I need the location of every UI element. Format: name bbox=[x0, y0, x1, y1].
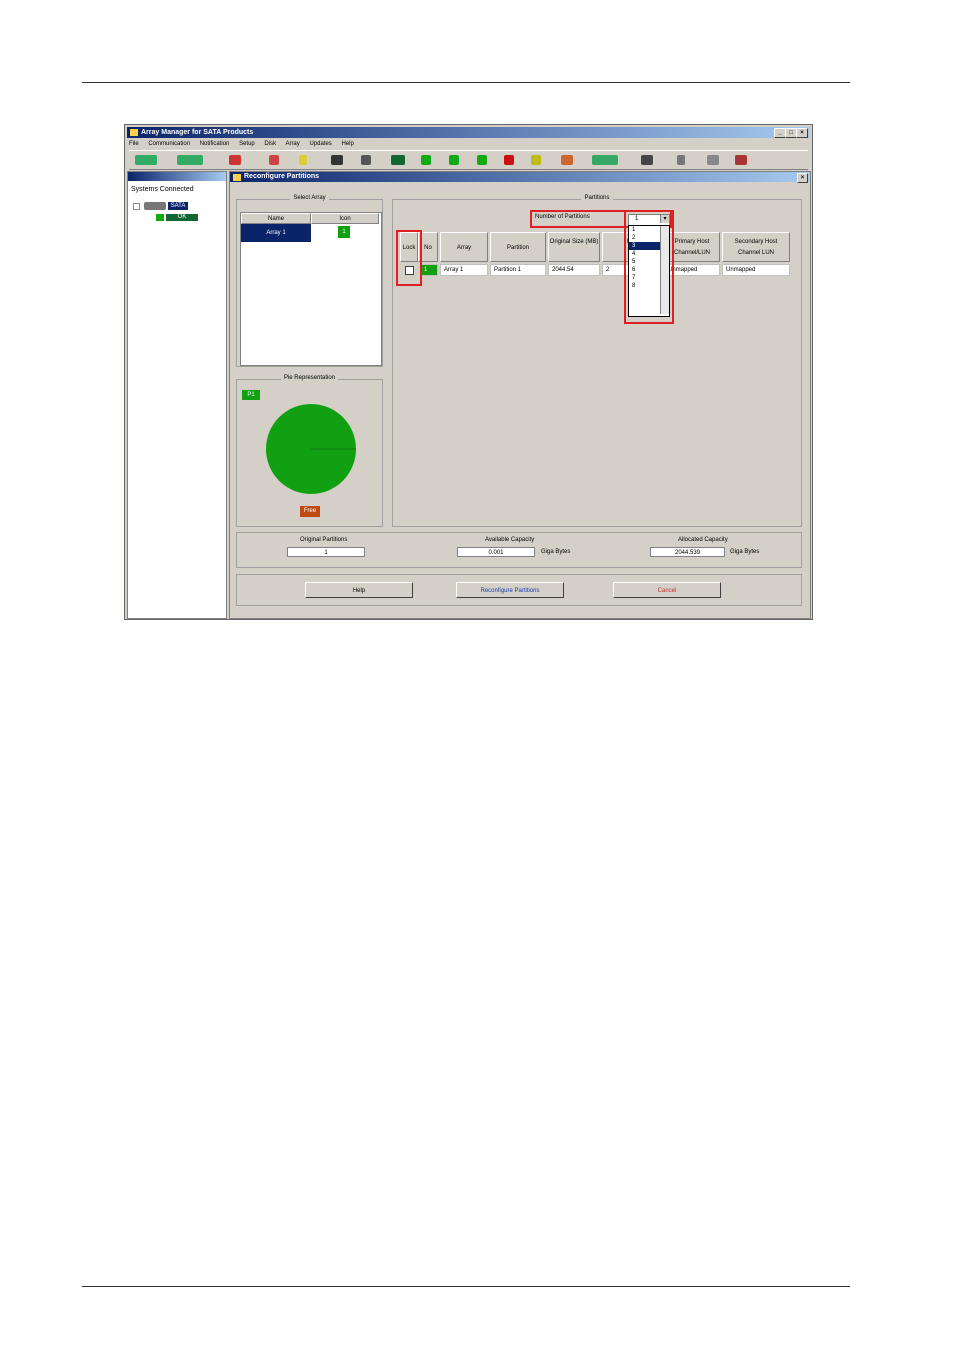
array-connect-icon[interactable] bbox=[592, 155, 618, 165]
dialog-titlebar: Reconfigure Partitions × bbox=[230, 172, 810, 183]
available-capacity-label: Available Capacity bbox=[485, 537, 535, 543]
cell-no: 1 bbox=[420, 264, 438, 276]
app-window: Array Manager for SATA Products _ □ × Fi… bbox=[124, 124, 813, 620]
tools-icon[interactable] bbox=[561, 155, 573, 165]
array-row-icon: 1 bbox=[338, 226, 350, 238]
cell-secondary: Unmapped bbox=[722, 264, 790, 276]
drive-green-icon-2[interactable] bbox=[449, 155, 459, 165]
reconfigure-dialog: Reconfigure Partitions × Select Array Na… bbox=[229, 171, 811, 619]
col-icon[interactable]: Icon bbox=[311, 213, 379, 224]
disk-icon[interactable] bbox=[391, 155, 405, 165]
pie-label-top: P1 bbox=[242, 390, 260, 400]
allocated-capacity-unit: Giga Bytes bbox=[730, 549, 760, 555]
settings-icon[interactable] bbox=[707, 155, 719, 165]
cell-array: Array 1 bbox=[440, 264, 488, 276]
toolbar bbox=[129, 150, 808, 170]
select-array-table: Name Icon Array 1 1 bbox=[240, 212, 382, 366]
drive-green-icon-1[interactable] bbox=[421, 155, 431, 165]
menu-file[interactable]: File bbox=[129, 141, 139, 147]
server-node-icon bbox=[144, 202, 166, 210]
menu-notification[interactable]: Notification bbox=[200, 141, 230, 147]
close-button[interactable]: × bbox=[796, 128, 808, 138]
col-partition[interactable]: Partition bbox=[490, 232, 546, 262]
menu-communication[interactable]: Communication bbox=[148, 141, 190, 147]
menu-disk[interactable]: Disk bbox=[264, 141, 276, 147]
col-secondary[interactable]: Secondary Host Channel LUN bbox=[722, 232, 790, 262]
col-array[interactable]: Array bbox=[440, 232, 488, 262]
cell-partition: Partition 1 bbox=[490, 264, 546, 276]
original-partitions-field: 1 bbox=[287, 547, 365, 557]
lock-highlight bbox=[396, 230, 422, 286]
systems-pane-header bbox=[128, 172, 226, 181]
available-capacity-field: 0.001 bbox=[457, 547, 535, 557]
col-size[interactable]: Original Size (MB) bbox=[548, 232, 600, 262]
bottom-rule bbox=[82, 1286, 850, 1287]
pie-label-free: Free bbox=[300, 506, 320, 517]
info-icon[interactable] bbox=[677, 155, 685, 165]
sata-node[interactable]: SATA bbox=[168, 202, 188, 210]
pencil-icon[interactable] bbox=[299, 155, 307, 165]
menu-updates[interactable]: Updates bbox=[309, 141, 331, 147]
tree-expander-icon[interactable] bbox=[133, 203, 140, 210]
top-rule bbox=[82, 82, 850, 83]
array-row-selected[interactable]: Array 1 bbox=[241, 224, 311, 242]
drive-green-icon-3[interactable] bbox=[477, 155, 487, 165]
server-icon[interactable] bbox=[361, 155, 371, 165]
monitor-icon[interactable] bbox=[331, 155, 343, 165]
dialog-title: Reconfigure Partitions bbox=[244, 173, 320, 180]
reconfigure-partitions-button[interactable]: Reconfigure Partitions bbox=[456, 582, 564, 598]
network-icon[interactable] bbox=[229, 155, 241, 165]
array-node-label[interactable]: OK bbox=[166, 214, 198, 221]
menu-bar: File Communication Notification Setup Di… bbox=[129, 139, 808, 149]
window-title: Array Manager for SATA Products bbox=[141, 129, 254, 136]
help-button[interactable]: Help bbox=[305, 582, 413, 598]
allocated-capacity-field: 2044.539 bbox=[650, 547, 725, 557]
connect-icon[interactable] bbox=[135, 155, 157, 165]
drive-red-icon[interactable] bbox=[504, 155, 514, 165]
drive-yellow-icon[interactable] bbox=[531, 155, 541, 165]
cell-size: 2044.54 bbox=[548, 264, 600, 276]
menu-array[interactable]: Array bbox=[285, 141, 299, 147]
pie-legend: Pie Representation bbox=[280, 375, 339, 381]
cancel-button[interactable]: Cancel bbox=[613, 582, 721, 598]
help-icon[interactable] bbox=[735, 155, 747, 165]
systems-pane: Systems Connected SATA OK bbox=[127, 171, 227, 619]
array-node-icon bbox=[156, 214, 164, 221]
dialog-close-button[interactable]: × bbox=[797, 173, 808, 183]
app-icon bbox=[130, 129, 138, 136]
allocated-capacity-label: Allocated Capacity bbox=[678, 537, 728, 543]
window-titlebar: Array Manager for SATA Products _ □ × bbox=[127, 127, 810, 138]
available-capacity-unit: Giga Bytes bbox=[541, 549, 571, 555]
menu-help[interactable]: Help bbox=[341, 141, 353, 147]
tree-root: Systems Connected bbox=[131, 186, 194, 193]
menu-setup[interactable]: Setup bbox=[239, 141, 255, 147]
partitions-table: Lock No Array Partition Original Size (M… bbox=[396, 232, 796, 282]
dialog-icon bbox=[233, 174, 241, 181]
alert-icon[interactable] bbox=[269, 155, 279, 165]
dropdown-highlight bbox=[624, 210, 674, 324]
disconnect-icon[interactable] bbox=[177, 155, 203, 165]
list-icon[interactable] bbox=[641, 155, 653, 165]
original-partitions-label: Original Partitions bbox=[300, 537, 348, 543]
pie-chart bbox=[266, 404, 356, 494]
partitions-legend: Partitions bbox=[581, 195, 613, 201]
select-array-legend: Select Array bbox=[290, 195, 329, 201]
col-name[interactable]: Name bbox=[241, 213, 311, 224]
